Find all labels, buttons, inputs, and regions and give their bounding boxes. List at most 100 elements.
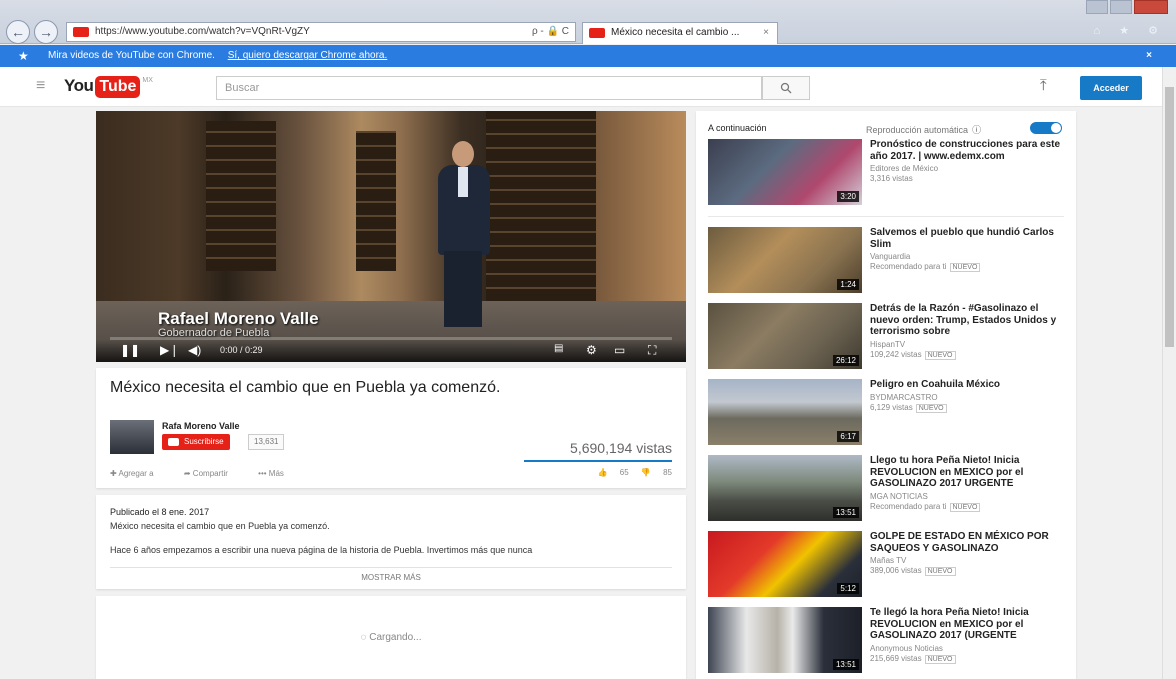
channel-name: Anonymous Noticias [870,643,943,653]
channel-name[interactable]: Rafa Moreno Valle [162,421,240,431]
autoplay-toggle[interactable] [1030,122,1062,134]
channel-name: HispanTV [870,339,906,349]
channel-name: Vanguardia [870,252,911,261]
comments-loading: ◌ Cargando... [96,596,686,679]
view-count: 109,242 vistas NUEVO [870,350,1066,360]
view-count: 5,690,194 vistas [570,440,672,456]
video-title[interactable]: GOLPE DE ESTADO EN MÉXICO POR SAQUEOS Y … [870,531,1066,554]
video-thumbnail[interactable]: 13:51 [708,455,862,521]
video-player[interactable]: Rafael Moreno Valle Gobernador de Puebla… [96,111,686,362]
youtube-favicon-icon [589,28,605,38]
related-video-item[interactable]: 13:51 Te llegó la hora Peña Nieto! Inici… [708,607,1064,675]
page-scrollbar[interactable] [1162,67,1176,679]
browser-tab[interactable]: México necesita el cambio ... × [582,22,778,44]
subscribe-button[interactable]: Suscribirse [162,434,230,450]
tab-title: México necesita el cambio ... [611,27,740,38]
video-title[interactable]: Te llegó la hora Peña Nieto! Inicia REVO… [870,607,1066,642]
info-icon[interactable]: ⓘ [972,125,981,135]
channel-avatar[interactable] [110,420,154,454]
share-button[interactable]: ➦ Compartir [184,469,242,478]
forward-button[interactable]: → [34,20,58,44]
video-title[interactable]: Peligro en Coahuila México [870,379,1066,391]
like-dislike: 👍 65 👎 85 [588,468,672,477]
related-video-item[interactable]: 6:17 Peligro en Coahuila México BYDMARCAS… [708,379,1064,447]
speaker-figure [414,141,514,327]
overlay-name: Rafael Moreno Valle [158,309,319,328]
video-title[interactable]: Detrás de la Razón - #Gasolinazo el nuev… [870,303,1066,338]
signin-button[interactable]: Acceder [1080,76,1142,100]
related-video-item[interactable]: 5:12 GOLPE DE ESTADO EN MÉXICO POR SAQUE… [708,531,1064,599]
scrollbar-thumb[interactable] [1165,87,1174,347]
back-button[interactable]: ← [6,20,30,44]
video-title[interactable]: Llego tu hora Peña Nieto! Inicia REVOLUC… [870,455,1066,490]
menu-icon[interactable]: ≡ [36,77,45,95]
youtube-play-icon [168,438,179,446]
maximize-button[interactable] [1110,0,1132,14]
close-window-button[interactable] [1134,0,1168,14]
video-description: Publicado el 8 ene. 2017 México necesita… [96,495,686,589]
player-controls: ❚❚ ▶❘ ◀) 0:00 / 0:29 ▤ ⚙ ▭ ⛶ [96,340,686,362]
more-button[interactable]: ••• Más [258,469,284,478]
publish-date: Publicado el 8 ene. 2017 [110,507,210,517]
next-icon[interactable]: ▶❘ [160,343,179,357]
up-next-label: A continuación [708,123,767,133]
autoplay-label: Reproducción automática ⓘ [866,125,982,135]
video-thumbnail[interactable]: 1:24 [708,227,862,293]
pause-icon[interactable]: ❚❚ [120,343,140,357]
time-display: 0:00 / 0:29 [220,345,263,355]
search-input[interactable]: Buscar [216,76,762,100]
youtube-logo[interactable]: You Tube MX [64,76,153,98]
video-thumbnail[interactable]: 3:20 [708,139,862,205]
divider [110,567,672,568]
related-video-item[interactable]: 1:24 Salvemos el pueblo que hundió Carlo… [708,227,1064,295]
window-controls [1086,0,1168,14]
video-thumbnail[interactable]: 6:17 [708,379,862,445]
dislike-button[interactable]: 👎 85 [641,468,672,477]
like-button[interactable]: 👍 65 [598,468,629,477]
video-info: México necesita el cambio que en Puebla … [96,368,686,488]
show-more-button[interactable]: MOSTRAR MÁS [96,573,686,582]
logo-you: You [64,76,94,95]
related-video-item[interactable]: 26:12 Detrás de la Razón - #Gasolinazo e… [708,303,1064,371]
fullscreen-icon[interactable]: ⛶ [648,343,656,358]
subscriber-count: 13,631 [248,434,285,450]
channel-name: Editores de México [870,164,939,173]
description-line-1: México necesita el cambio que en Puebla … [110,521,330,531]
minimize-button[interactable] [1086,0,1108,14]
captions-icon[interactable]: ▤ [554,343,563,354]
search-button[interactable] [762,76,810,100]
address-bar[interactable]: https://www.youtube.com/watch?v=VQnRt-Vg… [66,22,576,42]
browser-toolbar-icons[interactable]: ⌂ ★ ⚙ [1094,24,1166,37]
view-count: 3,316 vistas [870,174,913,183]
channel-name: Mañas TV [870,556,907,565]
address-controls[interactable]: ρ - 🔒 C [532,23,569,41]
star-icon: ★ [18,49,29,63]
loading-text: ◌ Cargando... [360,632,422,643]
add-to-button[interactable]: ✚ Agregar a [110,469,168,478]
promo-download-link[interactable]: Sí, quiero descargar Chrome ahora. [228,50,388,61]
logo-country: MX [142,77,153,84]
chrome-promo-bar: ★ Mira videos de YouTube con Chrome. Sí,… [0,45,1176,67]
new-badge: NUEVO [915,403,947,413]
upload-icon[interactable]: ⤒ [1040,77,1047,94]
new-badge: NUEVO [924,654,956,664]
channel-name: BYDMARCASTRO [870,392,938,402]
related-sidebar: A continuación Reproducción automática ⓘ … [696,111,1076,679]
video-title[interactable]: Salvemos el pueblo que hundió Carlos Sli… [870,227,1066,250]
related-video-item[interactable]: 3:20 Pronóstico de construcciones para e… [708,139,1064,207]
promo-close-icon[interactable]: × [1146,45,1152,67]
volume-icon[interactable]: ◀) [188,343,201,357]
new-badge: NUEVO [924,567,956,576]
video-thumbnail[interactable]: 5:12 [708,531,862,597]
video-thumbnail[interactable]: 13:51 [708,607,862,673]
settings-gear-icon[interactable]: ⚙ [586,343,597,357]
spinner-icon: ◌ [360,632,370,643]
view-count: 6,129 vistas NUEVO [870,403,1066,413]
view-count: 389,006 vistas NUEVO [870,566,1066,576]
related-video-item[interactable]: 13:51 Llego tu hora Peña Nieto! Inicia R… [708,455,1064,523]
tab-close-icon[interactable]: × [763,23,769,43]
video-thumbnail[interactable]: 26:12 [708,303,862,369]
theater-mode-icon[interactable]: ▭ [614,343,625,357]
video-title[interactable]: Pronóstico de construcciones para este a… [870,139,1066,162]
like-ratio-bar [524,460,672,462]
